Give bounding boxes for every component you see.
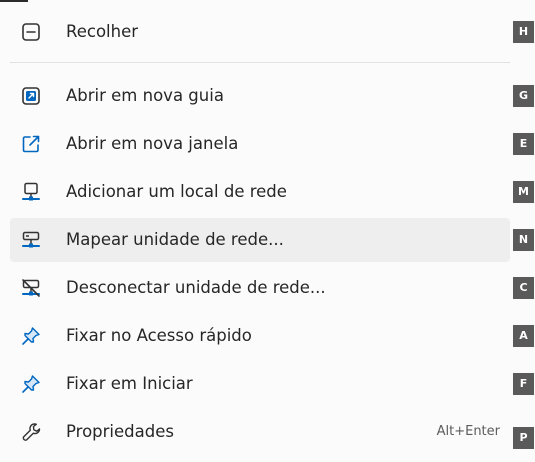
menu-item-label: Abrir em nova guia bbox=[66, 86, 224, 105]
menu-item-fixar-iniciar[interactable]: Fixar em Iniciar bbox=[10, 362, 510, 406]
menu-item-fixar-acesso-rapido[interactable]: Fixar no Acesso rápido bbox=[10, 314, 510, 358]
menu-separator bbox=[10, 62, 510, 63]
menu-item-mapear-unidade-rede[interactable]: Mapear unidade de rede... bbox=[10, 218, 510, 262]
add-network-location-icon bbox=[20, 181, 42, 203]
disconnect-network-drive-icon bbox=[20, 277, 42, 299]
menu-item-label: Desconectar unidade de rede... bbox=[66, 278, 326, 297]
access-key-badge: G bbox=[513, 85, 534, 107]
menu-item-propriedades[interactable]: Propriedades Alt+Enter bbox=[10, 410, 510, 454]
menu-item-label: Fixar no Acesso rápido bbox=[66, 326, 252, 345]
access-key-badge: E bbox=[513, 133, 534, 155]
access-key-badge: C bbox=[513, 277, 534, 299]
keyboard-shortcut: Alt+Enter bbox=[436, 424, 500, 439]
top-edge-line bbox=[0, 0, 28, 2]
access-key-badge: N bbox=[513, 229, 534, 251]
access-key-badge: F bbox=[513, 373, 534, 395]
menu-item-desconectar-unidade-rede[interactable]: Desconectar unidade de rede... bbox=[10, 266, 510, 310]
menu-item-abrir-nova-guia[interactable]: Abrir em nova guia bbox=[10, 74, 510, 118]
access-key-badge: A bbox=[513, 325, 534, 347]
wrench-icon bbox=[20, 421, 42, 443]
menu-item-label: Mapear unidade de rede... bbox=[66, 230, 284, 249]
menu-item-label: Propriedades bbox=[66, 422, 174, 441]
collapse-icon bbox=[20, 21, 42, 43]
menu-item-recolher[interactable]: Recolher bbox=[10, 10, 510, 54]
access-key-badge: H bbox=[513, 21, 534, 43]
menu-item-abrir-nova-janela[interactable]: Abrir em nova janela bbox=[10, 122, 510, 166]
map-network-drive-icon bbox=[20, 229, 42, 251]
menu-item-label: Fixar em Iniciar bbox=[66, 374, 193, 393]
menu-item-adicionar-local-rede[interactable]: Adicionar um local de rede bbox=[10, 170, 510, 214]
access-key-badge: M bbox=[513, 181, 534, 203]
menu-item-label: Adicionar um local de rede bbox=[66, 182, 287, 201]
open-new-window-icon bbox=[20, 133, 42, 155]
pin-icon bbox=[20, 373, 42, 395]
context-menu: Recolher H Abrir em nova guia G Abrir em… bbox=[0, 0, 535, 462]
menu-item-label: Recolher bbox=[66, 22, 139, 41]
pin-icon bbox=[20, 325, 42, 347]
menu-item-label: Abrir em nova janela bbox=[66, 134, 239, 153]
access-key-badge: P bbox=[513, 427, 534, 449]
open-new-tab-icon bbox=[20, 85, 42, 107]
